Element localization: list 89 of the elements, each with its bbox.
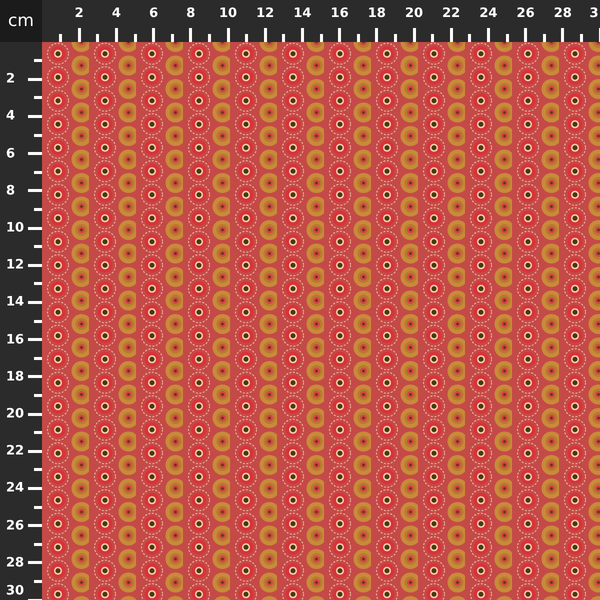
unit-label: cm: [8, 11, 34, 31]
tick-mark: [300, 28, 304, 42]
tick-mark: [28, 338, 42, 342]
ruler-number: 20: [404, 6, 424, 21]
tick-mark: [412, 28, 416, 42]
tick-mark: [226, 28, 230, 42]
tick-mark: [468, 34, 472, 42]
ruler-number: 12: [256, 6, 274, 21]
tick-mark: [208, 34, 211, 42]
tick-mark: [28, 524, 42, 528]
ruler-number: 26: [516, 6, 535, 21]
tick-mark: [59, 34, 62, 42]
tick-mark: [34, 96, 42, 100]
ruler-number: 2: [74, 6, 84, 21]
tick-mark: [28, 189, 42, 192]
ruler-number: 18: [368, 6, 386, 21]
tick-mark: [338, 28, 342, 42]
tick-mark: [28, 450, 42, 453]
tick-mark: [524, 28, 528, 42]
tick-mark: [34, 506, 42, 508]
ruler-number: 14: [6, 294, 24, 310]
tick-mark: [28, 264, 42, 267]
tick-mark: [34, 431, 42, 434]
tick-mark: [28, 152, 42, 156]
ruler-number: 18: [6, 369, 24, 384]
tick-mark: [282, 34, 286, 42]
tick-mark: [96, 34, 100, 42]
tick-mark: [394, 34, 397, 42]
tick-mark: [34, 580, 42, 583]
tick-mark: [28, 300, 42, 304]
ruler-number: 22: [6, 444, 24, 459]
tick-mark: [450, 28, 453, 42]
ruler-number: 16: [330, 6, 349, 21]
ruler-number: 6: [149, 6, 158, 21]
tick-mark: [486, 28, 490, 42]
ruler-number: 4: [112, 6, 121, 21]
tick-mark: [28, 226, 42, 230]
ruler-number: 16: [6, 332, 24, 348]
tick-mark: [28, 375, 42, 378]
ruler-number: 6: [6, 146, 16, 162]
ruler-number: 20: [6, 406, 24, 422]
tick-mark: [34, 282, 42, 286]
tick-mark: [152, 28, 156, 42]
ruler-number: 12: [6, 258, 24, 273]
tick-mark: [356, 34, 360, 42]
tick-mark: [431, 34, 434, 42]
ruler-number: 28: [6, 555, 24, 570]
tick-mark: [34, 170, 42, 174]
tick-mark: [78, 28, 81, 42]
tick-mark: [34, 542, 42, 546]
ruler-number: 8: [186, 6, 196, 21]
ruler-number: 22: [442, 6, 460, 21]
ruler-number: 24: [6, 480, 24, 496]
tick-mark: [34, 356, 42, 360]
ruler-number: 10: [218, 6, 238, 21]
tick-mark: [34, 134, 42, 136]
tick-mark: [506, 34, 508, 42]
ruler-number: 2: [6, 72, 16, 87]
ruler-number: 28: [554, 6, 572, 21]
tick-mark: [114, 28, 118, 42]
tick-mark: [34, 208, 42, 211]
tick-mark: [245, 34, 248, 42]
tick-mark: [375, 28, 378, 42]
ruler-number: 14: [293, 6, 312, 21]
ruler-number: 26: [6, 518, 24, 534]
ruler-number: 8: [6, 183, 16, 198]
tick-mark: [28, 561, 42, 564]
tick-mark: [28, 486, 42, 490]
tick-mark: [189, 28, 192, 42]
tick-mark: [170, 34, 174, 42]
tick-mark: [34, 468, 42, 472]
tick-mark: [34, 394, 42, 397]
ruler-number: 10: [6, 220, 24, 236]
tick-mark: [34, 59, 42, 62]
ruler-number: 3: [589, 6, 599, 21]
tick-mark: [28, 114, 42, 118]
ruler-number: 30: [6, 584, 24, 598]
tick-mark: [542, 34, 546, 42]
tick-mark: [28, 78, 42, 81]
tick-mark: [264, 28, 267, 42]
tick-mark: [580, 34, 583, 42]
tick-mark: [28, 412, 42, 416]
tick-mark: [34, 245, 42, 248]
tick-mark: [134, 34, 136, 42]
tick-mark: [34, 320, 42, 322]
ruler-number: 4: [6, 108, 16, 124]
tick-mark: [320, 34, 322, 42]
tick-mark: [561, 28, 564, 42]
ruler-number: 24: [479, 6, 498, 21]
